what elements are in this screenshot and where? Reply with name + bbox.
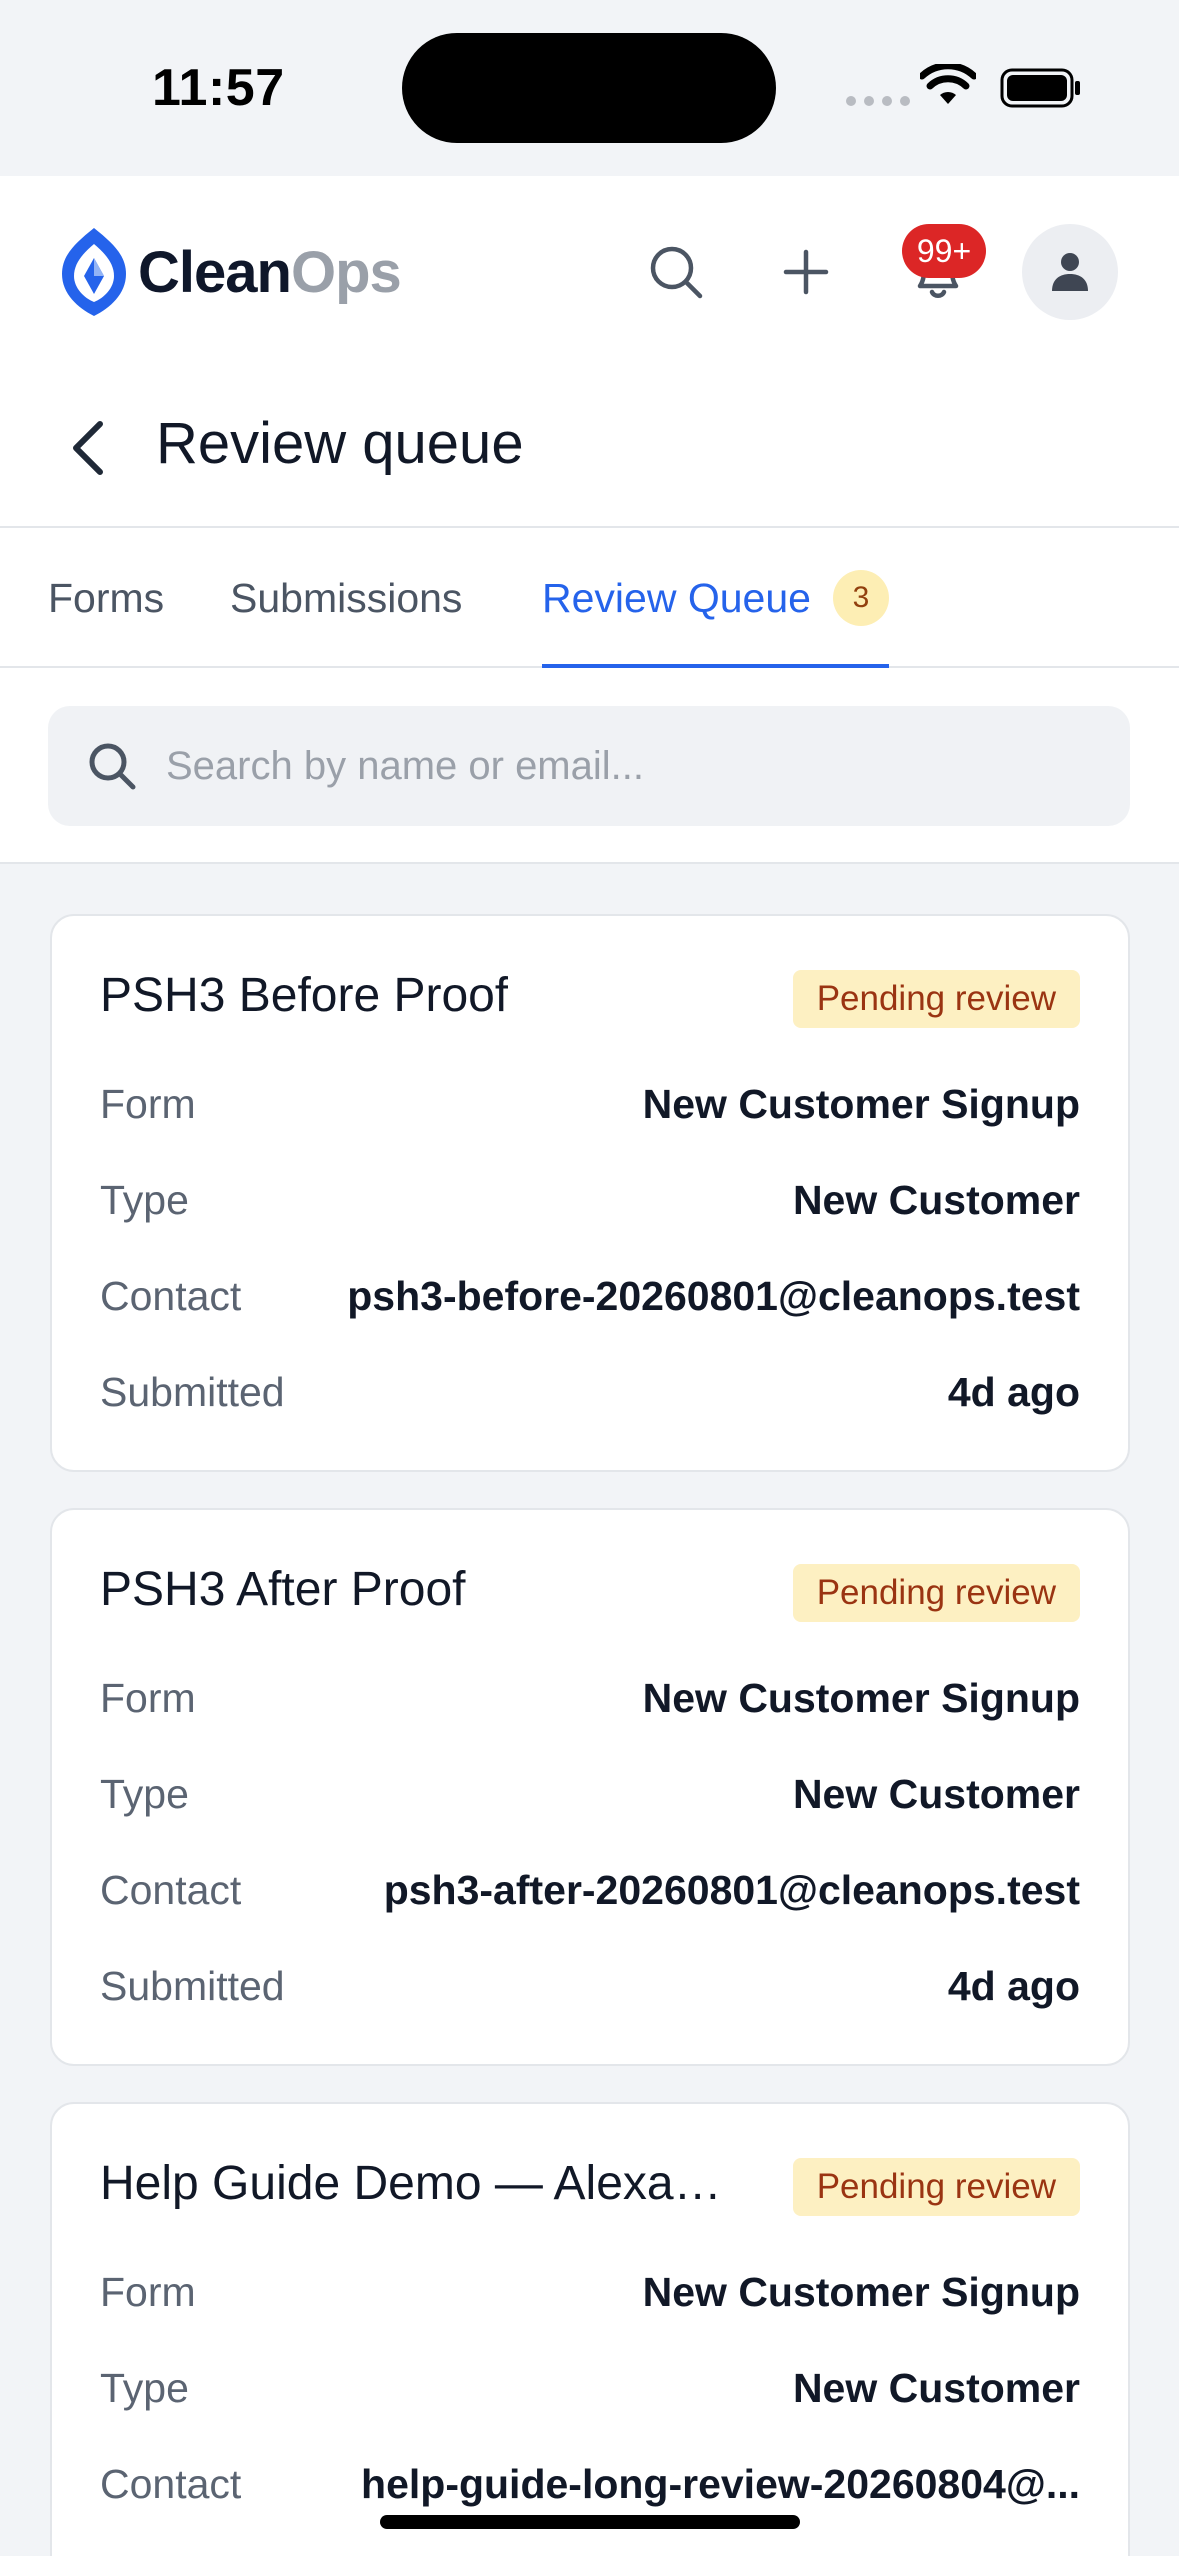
wifi-icon bbox=[920, 64, 976, 104]
row-label: Form bbox=[100, 1674, 196, 1721]
search-button[interactable] bbox=[636, 232, 716, 312]
cellular-signal-icon bbox=[846, 96, 910, 106]
row-value: 4d ago bbox=[947, 1368, 1080, 1415]
submission-card[interactable]: Help Guide Demo — Alexan... Pending revi… bbox=[50, 2102, 1130, 2556]
row-contact: Contact psh3-after-20260801@cleanops.tes… bbox=[100, 1860, 1080, 1920]
search-section bbox=[0, 668, 1179, 864]
status-bar: 11:57 bbox=[0, 0, 1179, 176]
tab-bar: Forms Submissions Review Queue 3 bbox=[0, 526, 1179, 670]
tab-label: Review Queue bbox=[542, 574, 811, 621]
tab-submissions[interactable]: Submissions bbox=[230, 528, 462, 668]
row-type: Type New Customer bbox=[100, 1764, 1080, 1824]
row-contact: Contact psh3-before-20260801@cleanops.te… bbox=[100, 1266, 1080, 1326]
search-input[interactable] bbox=[166, 743, 1046, 789]
back-button[interactable] bbox=[52, 408, 124, 488]
search-box[interactable] bbox=[48, 706, 1130, 826]
status-badge: Pending review bbox=[792, 970, 1080, 1028]
row-value: New Customer bbox=[792, 2364, 1080, 2411]
row-form: Form New Customer Signup bbox=[100, 1668, 1080, 1728]
row-value: psh3-after-20260801@cleanops.test bbox=[383, 1866, 1080, 1913]
dynamic-island bbox=[402, 33, 776, 143]
row-label: Type bbox=[100, 1770, 189, 1817]
row-value: psh3-before-20260801@cleanops.test bbox=[347, 1272, 1080, 1319]
tab-label: Forms bbox=[48, 574, 165, 621]
row-value: help-guide-long-review-20260804@... bbox=[361, 2460, 1080, 2507]
row-label: Submitted bbox=[100, 1368, 285, 1415]
row-type: Type New Customer bbox=[100, 1170, 1080, 1230]
row-label: Contact bbox=[100, 2460, 242, 2507]
row-form: Form New Customer Signup bbox=[100, 2262, 1080, 2322]
home-indicator[interactable] bbox=[380, 2515, 800, 2529]
row-label: Type bbox=[100, 1176, 189, 1223]
row-submitted: Submitted 4d ago bbox=[100, 1362, 1080, 1422]
row-label: Contact bbox=[100, 1866, 242, 1913]
plus-icon bbox=[783, 249, 829, 295]
notification-count-badge: 99+ bbox=[902, 224, 986, 278]
battery-icon bbox=[1000, 68, 1080, 108]
tab-label: Submissions bbox=[230, 574, 463, 621]
tab-count-badge: 3 bbox=[832, 570, 889, 626]
page-title: Review queue bbox=[156, 411, 524, 476]
row-value: New Customer Signup bbox=[642, 1674, 1080, 1721]
row-value: New Customer bbox=[792, 1176, 1080, 1223]
status-badge: Pending review bbox=[792, 2158, 1080, 2216]
search-icon bbox=[86, 740, 138, 792]
row-submitted: Submitted 4d ago bbox=[100, 1956, 1080, 2016]
chevron-left-icon bbox=[73, 421, 103, 475]
avatar[interactable] bbox=[1022, 224, 1118, 320]
row-label: Contact bbox=[100, 1272, 242, 1319]
tab-review-queue[interactable]: Review Queue 3 bbox=[542, 528, 889, 670]
search-icon bbox=[650, 246, 703, 299]
submission-card[interactable]: PSH3 Before Proof Pending review Form Ne… bbox=[50, 914, 1130, 1472]
card-title: PSH3 After Proof bbox=[100, 1563, 466, 1616]
row-label: Type bbox=[100, 2364, 189, 2411]
row-type: Type New Customer bbox=[100, 2358, 1080, 2418]
status-time: 11:57 bbox=[152, 59, 285, 117]
row-label: Submitted bbox=[100, 1962, 285, 2009]
row-value: New Customer Signup bbox=[642, 2268, 1080, 2315]
logo-icon bbox=[62, 228, 126, 316]
add-button[interactable] bbox=[766, 232, 846, 312]
row-value: New Customer bbox=[792, 1770, 1080, 1817]
user-icon bbox=[1052, 253, 1088, 291]
submission-card[interactable]: PSH3 After Proof Pending review Form New… bbox=[50, 1508, 1130, 2066]
status-badge: Pending review bbox=[792, 1564, 1080, 1622]
row-label: Form bbox=[100, 1080, 196, 1127]
row-value: 4d ago bbox=[947, 1962, 1080, 2009]
row-label: Form bbox=[100, 2268, 196, 2315]
card-title: PSH3 Before Proof bbox=[100, 969, 509, 1022]
row-contact: Contact help-guide-long-review-20260804@… bbox=[100, 2454, 1080, 2514]
row-form: Form New Customer Signup bbox=[100, 1074, 1080, 1134]
card-title: Help Guide Demo — Alexan... bbox=[100, 2157, 740, 2210]
clean-ops-logo[interactable]: CleanOps bbox=[56, 224, 402, 320]
logo-wordmark: CleanOps bbox=[138, 239, 402, 305]
tab-forms[interactable]: Forms bbox=[48, 528, 164, 668]
row-value: New Customer Signup bbox=[642, 1080, 1080, 1127]
